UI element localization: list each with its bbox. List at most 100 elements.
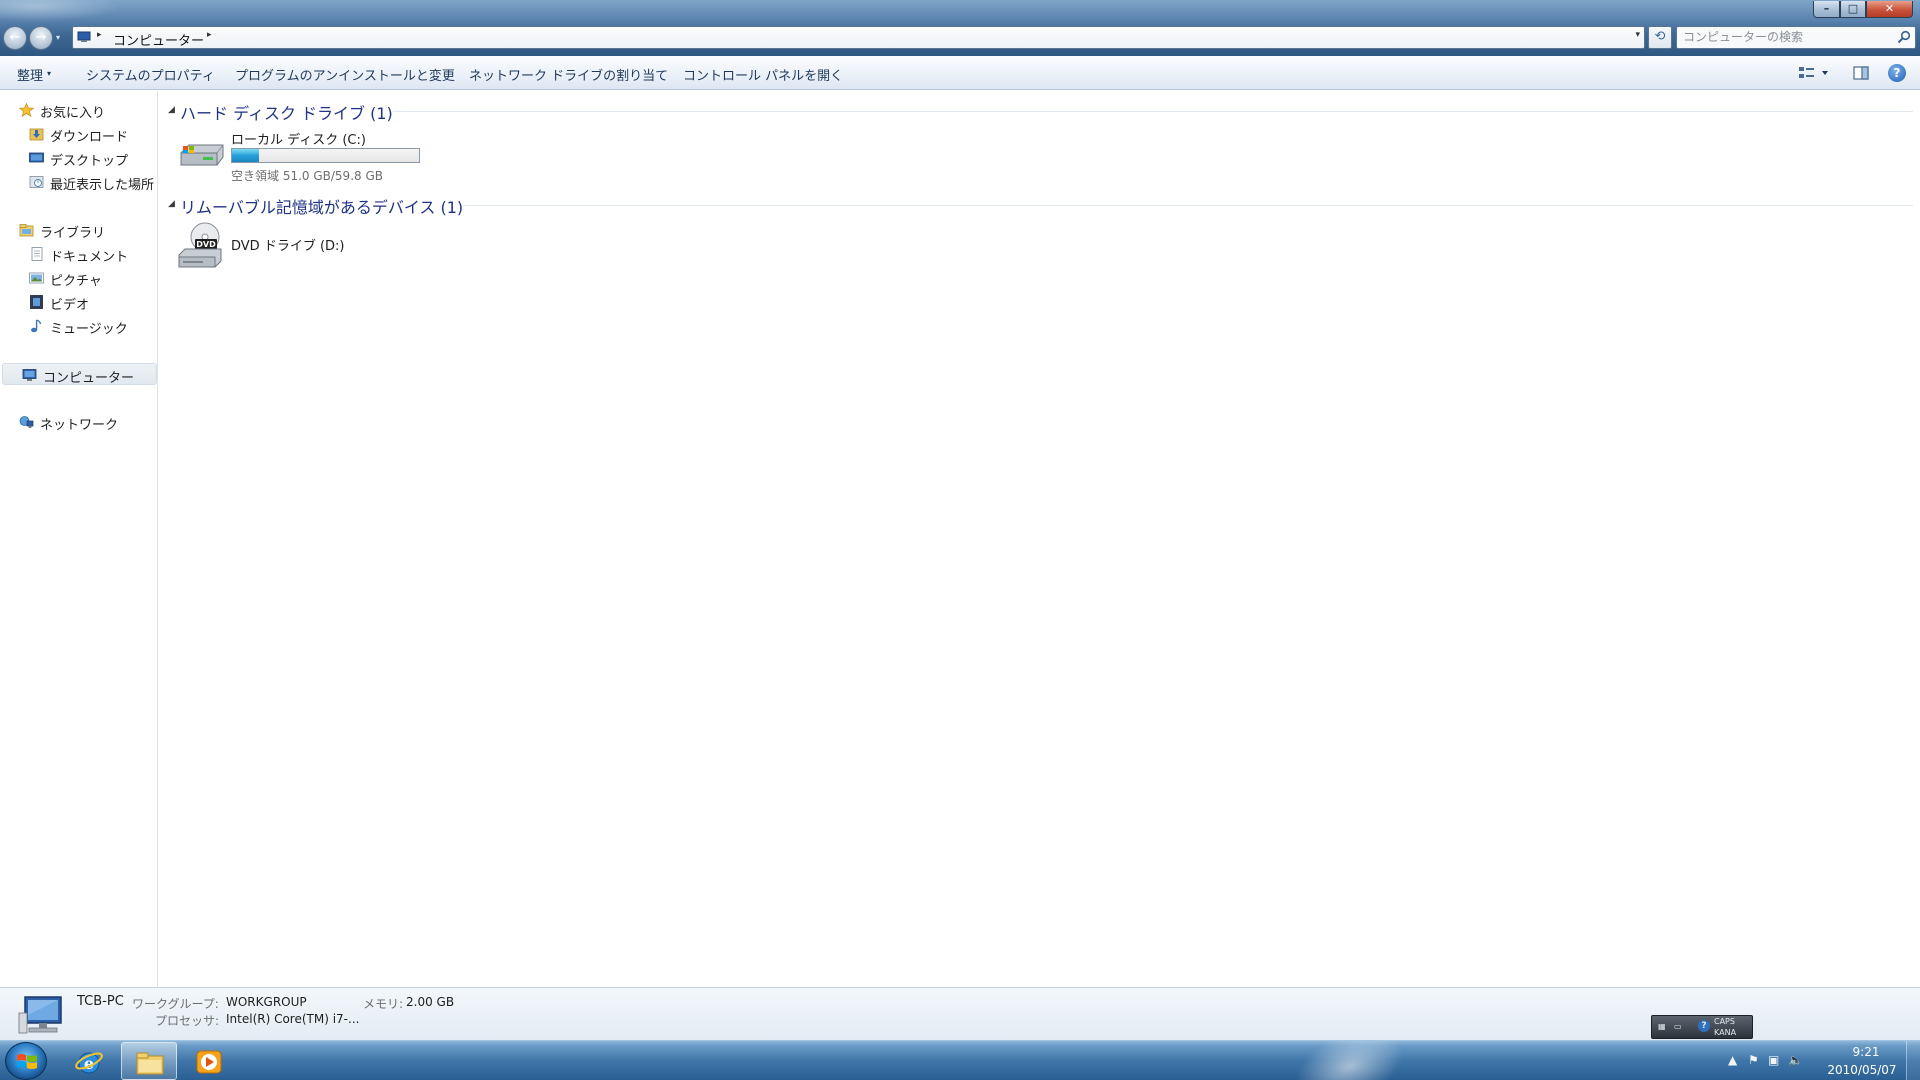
desktop-icon: [29, 152, 44, 163]
workgroup-label: ワークグループ:: [132, 997, 219, 1011]
map-network-drive-button[interactable]: ネットワーク ドライブの割り当て: [469, 65, 668, 84]
organize-button[interactable]: 整理: [17, 65, 43, 84]
taskbar-internet-explorer[interactable]: e: [61, 1042, 117, 1080]
minimize-button[interactable]: –: [1813, 1, 1840, 18]
nav-label: デスクトップ: [50, 154, 129, 169]
nav-label: ドキュメント: [50, 250, 129, 265]
nav-label: ネットワーク: [40, 418, 119, 433]
drive-name: DVD ドライブ (D:): [231, 239, 345, 254]
breadcrumb-separator[interactable]: ▸: [97, 30, 102, 40]
videos-icon: [30, 295, 43, 309]
nav-desktop[interactable]: デスクトップ: [0, 147, 156, 169]
start-button[interactable]: [5, 1042, 47, 1080]
document-icon: [31, 247, 43, 261]
group-header-removable-storage[interactable]: ◢ リムーバブル記憶域があるデバイス (1): [168, 193, 1913, 217]
dvd-badge: DVD: [196, 240, 216, 249]
open-control-panel-button[interactable]: コントロール パネルを開く: [683, 65, 843, 84]
refresh-button[interactable]: ⟲: [1648, 26, 1672, 49]
processor-value: Intel(R) Core(TM) i7-...: [226, 1012, 360, 1026]
window-titlebar: – □ ✕ ← → ▾ ▸ コンピューター ▸ ▾ ⟲: [0, 0, 1920, 56]
nav-music[interactable]: ミュージック: [0, 315, 156, 337]
search-input[interactable]: [1683, 30, 1883, 44]
kana-indicator: KANA: [1714, 1028, 1737, 1037]
ime-help-button[interactable]: ?: [1698, 1020, 1710, 1032]
show-desktop-button[interactable]: [1906, 1041, 1920, 1080]
details-pane: TCB-PC ワークグループ: WORKGROUP メモリ: 2.00 GB プ…: [0, 987, 1920, 1040]
uninstall-programs-button[interactable]: プログラムのアンインストールと変更: [235, 65, 455, 84]
action-center-flag-icon[interactable]: ⚑: [1748, 1053, 1759, 1067]
taskbar-glow: [1281, 1041, 1419, 1080]
nav-computer[interactable]: コンピューター: [2, 363, 157, 386]
pictures-icon: [29, 272, 44, 284]
nav-label: ビデオ: [50, 298, 90, 313]
search-box[interactable]: [1676, 26, 1916, 49]
maximize-button[interactable]: □: [1840, 1, 1866, 18]
breadcrumb-computer[interactable]: コンピューター: [113, 30, 204, 49]
search-icon[interactable]: [1897, 30, 1911, 44]
nav-label: ミュージック: [50, 322, 128, 337]
view-options-icon[interactable]: [1797, 64, 1831, 82]
computer-icon: [18, 996, 62, 1034]
internet-explorer-icon: e: [75, 1052, 103, 1074]
pc-name: TCB-PC: [77, 994, 124, 1009]
forward-button[interactable]: →: [29, 26, 53, 50]
address-dropdown-button[interactable]: ▾: [1635, 30, 1640, 40]
caps-indicator: CAPS: [1714, 1017, 1735, 1026]
drive-free-space: 空き領域 51.0 GB/59.8 GB: [231, 169, 383, 183]
network-status-icon[interactable]: ▣: [1768, 1053, 1779, 1067]
show-hidden-icons-button[interactable]: ▲: [1728, 1053, 1737, 1067]
recent-pages-dropdown[interactable]: ▾: [56, 33, 60, 42]
back-button[interactable]: ←: [3, 26, 27, 50]
workgroup-value: WORKGROUP: [226, 995, 307, 1009]
group-header-hard-disk-drives[interactable]: ◢ ハード ディスク ドライブ (1): [168, 99, 1913, 123]
memory-value: 2.00 GB: [406, 995, 455, 1009]
ime-mode-icon[interactable]: ▦: [1658, 1022, 1666, 1031]
network-icon: [19, 416, 34, 428]
library-icon: [19, 224, 34, 237]
preview-pane-icon[interactable]: [1852, 64, 1870, 82]
taskbar-windows-media-player[interactable]: [181, 1042, 237, 1080]
nav-label: コンピューター: [43, 371, 135, 386]
nav-label: ライブラリ: [40, 226, 106, 241]
group-title: ハード ディスク ドライブ (1): [180, 104, 393, 123]
breadcrumb-separator[interactable]: ▸: [207, 30, 212, 40]
group-title: リムーバブル記憶域があるデバイス (1): [180, 198, 464, 217]
content-pane: ◢ ハード ディスク ドライブ (1) ローカル ディスク (C:) 空き領域 …: [159, 91, 1920, 987]
nav-downloads[interactable]: ダウンロード: [0, 123, 156, 145]
recent-places-icon: [29, 176, 44, 188]
collapse-arrow-icon[interactable]: ◢: [168, 199, 175, 209]
nav-videos[interactable]: ビデオ: [0, 291, 156, 313]
keyboard-icon[interactable]: ▭: [1674, 1022, 1682, 1031]
close-button[interactable]: ✕: [1866, 1, 1913, 18]
drive-usage-fill: [232, 149, 260, 162]
drive-name: ローカル ディスク (C:): [231, 133, 366, 148]
nav-libraries[interactable]: ライブラリ: [0, 219, 156, 241]
windows-logo-icon: [17, 1054, 37, 1069]
command-bar: 整理 ▾ システムのプロパティ プログラムのアンインストールと変更 ネットワーク…: [0, 56, 1920, 90]
nav-documents[interactable]: ドキュメント: [0, 243, 156, 265]
nav-label: お気に入り: [40, 106, 106, 121]
drive-local-disk-c[interactable]: ローカル ディスク (C:) 空き領域 51.0 GB/59.8 GB: [177, 127, 422, 187]
system-properties-button[interactable]: システムのプロパティ: [86, 65, 215, 84]
nav-label: 最近表示した場所: [50, 178, 155, 193]
collapse-arrow-icon[interactable]: ◢: [168, 105, 175, 115]
nav-favorites[interactable]: お気に入り: [0, 99, 156, 121]
nav-recent-places[interactable]: 最近表示した場所: [0, 171, 156, 193]
processor-label: プロセッサ:: [155, 1014, 220, 1028]
chevron-down-icon[interactable]: ▾: [47, 69, 51, 78]
volume-icon[interactable]: 🔈: [1788, 1053, 1803, 1067]
address-bar[interactable]: ▸ コンピューター ▸ ▾: [72, 26, 1645, 49]
computer-icon: [77, 31, 91, 42]
help-button[interactable]: ?: [1888, 64, 1906, 82]
nav-network[interactable]: ネットワーク: [0, 411, 156, 433]
computer-icon: [22, 369, 37, 381]
clock-time[interactable]: 9:21: [1846, 1045, 1886, 1059]
nav-pictures[interactable]: ピクチャ: [0, 267, 156, 289]
media-player-icon: [196, 1050, 222, 1074]
taskbar-windows-explorer[interactable]: [121, 1042, 177, 1080]
clock-date[interactable]: 2010/05/07: [1822, 1063, 1902, 1077]
drive-dvd-d[interactable]: DVD DVD ドライブ (D:): [177, 221, 357, 273]
language-bar[interactable]: ▦ ▭ ? CAPS KANA: [1651, 1015, 1753, 1039]
drive-usage-bar: [231, 148, 420, 163]
taskbar: e ▲ ⚑ ▣ 🔈 9:21 2010/05/07: [0, 1040, 1920, 1080]
